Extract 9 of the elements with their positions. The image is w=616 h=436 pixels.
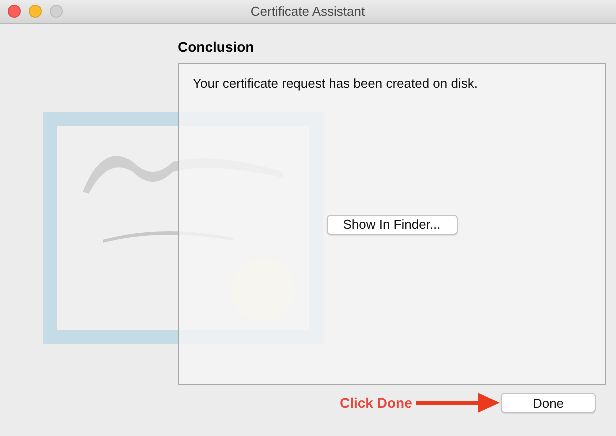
close-window-button[interactable]: [8, 5, 21, 18]
arrow-icon: [416, 393, 500, 413]
window-title: Certificate Assistant: [250, 4, 366, 19]
minimize-window-button[interactable]: [29, 5, 42, 18]
section-heading: Conclusion: [178, 39, 256, 56]
show-in-finder-button[interactable]: Show In Finder...: [326, 214, 458, 234]
done-button[interactable]: Done: [501, 393, 596, 413]
annotation-text: Click Done: [340, 395, 412, 411]
message-text: Your certificate request has been created on disk.: [192, 75, 479, 91]
